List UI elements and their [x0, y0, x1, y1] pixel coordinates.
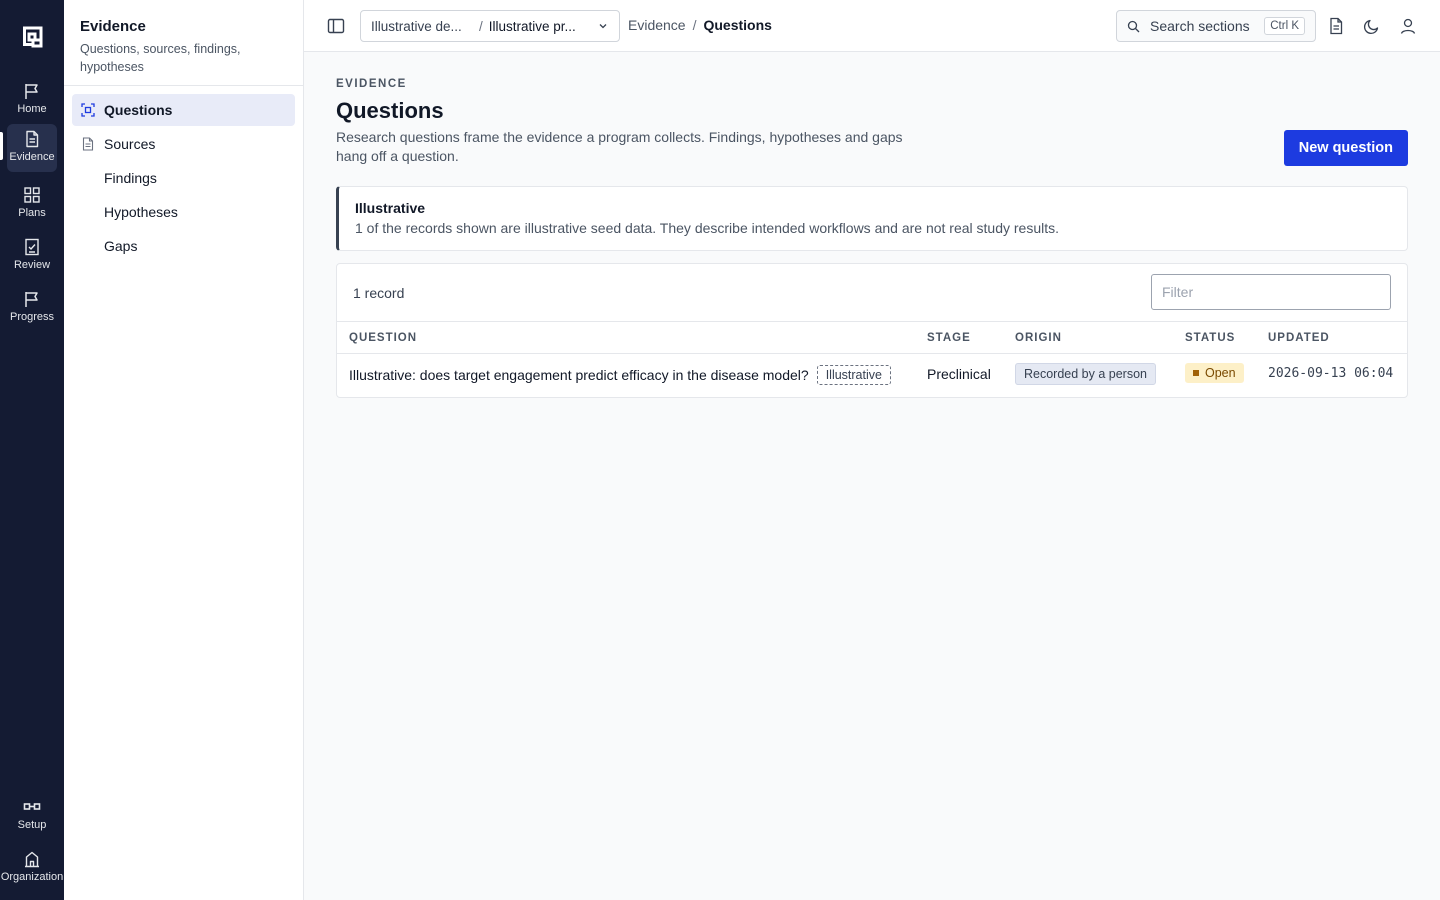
- document-icon: [81, 137, 95, 151]
- chevron-down-icon: [599, 24, 607, 29]
- sidebar-item-sources[interactable]: Sources: [72, 128, 295, 160]
- new-question-button[interactable]: New question: [1283, 130, 1408, 166]
- status-badge: Open: [1185, 363, 1244, 383]
- flag-icon: [25, 292, 38, 307]
- question-cell: Illustrative: does target engagement pre…: [349, 365, 891, 386]
- record-count: 1 record: [353, 285, 405, 301]
- illustrative-notice: Illustrative 1 of the records shown are …: [336, 186, 1408, 251]
- search-placeholder: Search sections: [1150, 18, 1250, 34]
- status-dot-icon: [1193, 370, 1199, 376]
- stage-cell: Preclinical: [927, 366, 991, 382]
- document-icon: [26, 130, 39, 148]
- rail-item-plans[interactable]: Plans: [7, 180, 57, 226]
- rail-item-setup[interactable]: Setup: [7, 792, 57, 838]
- search-icon: [1127, 20, 1140, 32]
- grid-icon: [24, 187, 40, 203]
- breadcrumb: Evidence / Questions: [628, 17, 772, 33]
- link-icon: [23, 803, 41, 810]
- sidebar-header: Evidence Questions, sources, findings, h…: [64, 0, 303, 86]
- question-text: Illustrative: does target engagement pre…: [349, 367, 809, 383]
- rail-item-label: Setup: [17, 819, 47, 831]
- notice-title: Illustrative: [355, 200, 426, 216]
- column-header-question[interactable]: QUESTION: [349, 332, 417, 344]
- sidebar-toggle-icon[interactable]: [326, 16, 346, 36]
- sidebar-item-findings[interactable]: Findings: [72, 162, 295, 194]
- sidebar-item-questions[interactable]: Questions: [72, 94, 295, 126]
- page-description: Research questions frame the evidence a …: [336, 129, 903, 164]
- breadcrumb-current: Questions: [703, 17, 772, 33]
- context-organization: Illustrative de...: [371, 18, 462, 34]
- rail-active-indicator: [0, 132, 3, 160]
- column-header-stage[interactable]: STAGE: [927, 332, 971, 344]
- app-logo-icon[interactable]: [21, 26, 43, 48]
- rail-item-progress[interactable]: Progress: [7, 284, 57, 330]
- rail-item-review[interactable]: Review: [7, 232, 57, 278]
- scan-icon: [81, 103, 95, 117]
- column-header-status[interactable]: STATUS: [1185, 332, 1235, 344]
- top-bar: Illustrative de... / Illustrative pr... …: [304, 0, 1440, 52]
- rail-item-label: Evidence: [9, 151, 55, 163]
- sidebar-nav: Questions Sources Findings Hypotheses Ga…: [64, 86, 303, 272]
- flag-icon: [25, 84, 38, 99]
- search-shortcut: Ctrl K: [1264, 17, 1305, 35]
- user-account-icon[interactable]: [1399, 17, 1417, 35]
- sidebar-item-label: Findings: [104, 170, 157, 186]
- context-program: Illustrative pr...: [488, 18, 576, 34]
- rail-item-label: Home: [17, 103, 47, 115]
- table-row[interactable]: Illustrative: does target engagement pre…: [337, 354, 1407, 398]
- checklist-icon: [25, 238, 39, 256]
- sidebar-item-label: Sources: [104, 136, 156, 152]
- column-header-origin[interactable]: ORIGIN: [1015, 332, 1062, 344]
- page-title: Questions: [336, 98, 444, 123]
- sidebar-subtitle: Questions, sources, findings, hypotheses: [80, 42, 241, 74]
- rail-item-label: Progress: [9, 311, 55, 323]
- rail-item-evidence[interactable]: Evidence: [7, 124, 57, 172]
- sidebar-title: Evidence: [80, 18, 146, 35]
- status-label: Open: [1205, 366, 1236, 380]
- context-separator: /: [479, 18, 483, 34]
- sidebar-item-label: Questions: [104, 102, 173, 118]
- origin-cell: Recorded by a person: [1015, 363, 1156, 386]
- rail-item-label: Organization: [0, 871, 64, 883]
- table-header: QUESTION STAGE ORIGIN STATUS UPDATED: [337, 321, 1407, 354]
- search-sections-button[interactable]: Search sections Ctrl K: [1116, 10, 1316, 42]
- status-cell: Open: [1185, 363, 1244, 384]
- sidebar-item-hypotheses[interactable]: Hypotheses: [72, 196, 295, 228]
- breadcrumb-evidence[interactable]: Evidence: [628, 17, 686, 33]
- rail-item-organization[interactable]: Organization: [0, 844, 64, 890]
- notice-text: 1 of the records shown are illustrative …: [355, 220, 1060, 236]
- sidebar-item-label: Gaps: [104, 238, 138, 254]
- rail-item-label: Plans: [18, 207, 46, 219]
- docs-icon[interactable]: [1327, 17, 1345, 35]
- building-icon: [25, 851, 39, 868]
- sidebar-item-label: Hypotheses: [104, 204, 178, 220]
- rail-item-label: Review: [13, 259, 51, 271]
- questions-table: 1 record QUESTION STAGE ORIGIN STATUS UP…: [336, 263, 1408, 398]
- app-rail: Home Evidence Plans Review Progress Setu…: [0, 0, 64, 900]
- section-sidebar: Evidence Questions, sources, findings, h…: [64, 0, 304, 900]
- filter-input[interactable]: [1151, 274, 1391, 310]
- updated-cell: 2026-09-13 06:04: [1268, 366, 1394, 381]
- rail-item-home[interactable]: Home: [7, 76, 57, 122]
- origin-badge: Recorded by a person: [1015, 363, 1156, 385]
- breadcrumb-separator: /: [692, 17, 697, 33]
- sidebar-item-gaps[interactable]: Gaps: [72, 230, 295, 262]
- page-eyebrow: EVIDENCE: [336, 78, 407, 90]
- dark-mode-icon[interactable]: [1363, 17, 1381, 35]
- context-switcher[interactable]: Illustrative de... / Illustrative pr...: [360, 10, 620, 42]
- column-header-updated[interactable]: UPDATED: [1268, 332, 1330, 344]
- illustrative-tag: Illustrative: [816, 365, 891, 385]
